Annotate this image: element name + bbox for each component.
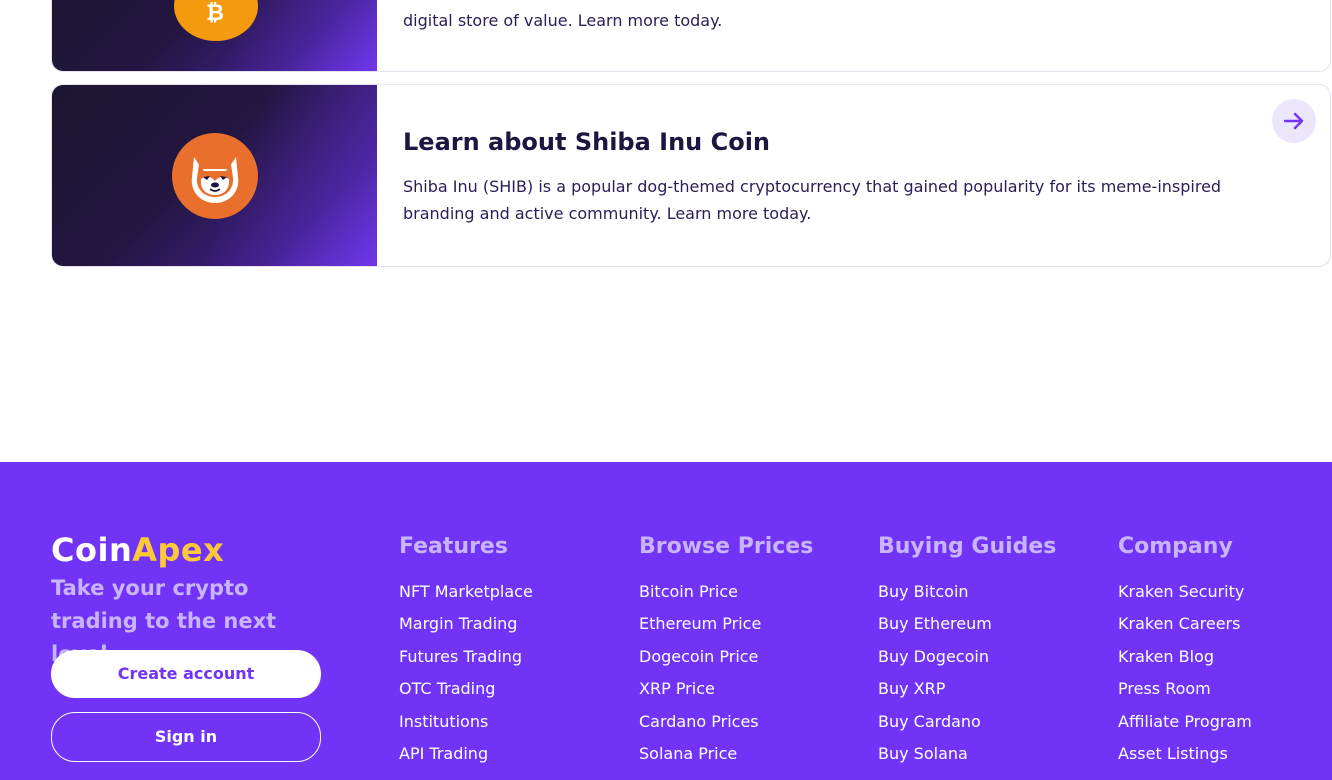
footer-link[interactable]: Buy Cardano: [878, 712, 1056, 744]
column-heading: Buying Guides: [878, 534, 1057, 559]
footer-link[interactable]: OTC Trading: [399, 679, 533, 711]
footer: CoinApex Take your crypto trading to the…: [0, 462, 1332, 780]
bitcoin-card-image: ₿: [52, 0, 377, 71]
column-heading: Browse Prices: [639, 534, 814, 559]
card-title: Learn about Shiba Inu Coin: [403, 128, 771, 156]
card-description: digital store of value. Learn more today…: [403, 11, 723, 30]
footer-link[interactable]: Buy Ethereum: [878, 614, 1056, 646]
footer-link[interactable]: Buy Dogecoin: [878, 647, 1056, 679]
footer-link[interactable]: Margin Trading: [399, 614, 533, 646]
footer-column-features: Features NFT Marketplace Margin Trading …: [399, 532, 533, 776]
footer-link[interactable]: Futures Trading: [399, 647, 533, 679]
footer-link[interactable]: Buy XRP: [878, 679, 1056, 711]
shiba-inu-logo-icon: [172, 133, 258, 219]
column-heading: Features: [399, 534, 508, 559]
footer-link[interactable]: Ethereum Price: [639, 614, 813, 646]
create-account-button[interactable]: Create account: [51, 650, 321, 698]
footer-link[interactable]: Affiliate Program: [1118, 712, 1252, 744]
footer-link[interactable]: Dogecoin Price: [639, 647, 813, 679]
sign-in-button[interactable]: Sign in: [51, 712, 321, 762]
footer-link[interactable]: Kraken Blog: [1118, 647, 1252, 679]
bitcoin-logo-icon: ₿: [174, 0, 258, 41]
footer-column-buying-guides: Buying Guides Buy Bitcoin Buy Ethereum B…: [878, 532, 1056, 776]
footer-link[interactable]: Bitcoin Price: [639, 582, 813, 614]
arrow-right-icon: [1283, 112, 1304, 130]
brand-name-accent: Apex: [132, 531, 225, 569]
footer-link[interactable]: Solana Price: [639, 744, 813, 776]
footer-link[interactable]: Buy Solana: [878, 744, 1056, 776]
shiba-inu-card-image: [52, 85, 377, 266]
footer-link[interactable]: Asset Listings: [1118, 744, 1252, 776]
footer-column-company: Company Kraken Security Kraken Careers K…: [1118, 532, 1252, 776]
footer-link[interactable]: Press Room: [1118, 679, 1252, 711]
footer-column-browse-prices: Browse Prices Bitcoin Price Ethereum Pri…: [639, 532, 813, 776]
footer-link[interactable]: Buy Bitcoin: [878, 582, 1056, 614]
card-description: Shiba Inu (SHIB) is a popular dog-themed…: [403, 177, 1222, 223]
bitcoin-card-text: digital store of value. Learn more today…: [403, 7, 1240, 34]
shiba-inu-card[interactable]: Learn about Shiba Inu Coin Shiba Inu (SH…: [51, 84, 1331, 267]
footer-link[interactable]: API Trading: [399, 744, 533, 776]
footer-link[interactable]: Kraken Careers: [1118, 614, 1252, 646]
footer-link[interactable]: Institutions: [399, 712, 533, 744]
column-heading: Company: [1118, 534, 1233, 559]
footer-link[interactable]: XRP Price: [639, 679, 813, 711]
brand-name-main: Coin: [51, 531, 133, 569]
footer-link[interactable]: Cardano Prices: [639, 712, 813, 744]
footer-link[interactable]: NFT Marketplace: [399, 582, 533, 614]
bitcoin-card[interactable]: ₿ digital store of value. Learn more tod…: [51, 0, 1331, 72]
footer-link[interactable]: Kraken Security: [1118, 582, 1252, 614]
brand-logo[interactable]: CoinApex: [51, 530, 224, 570]
arrow-right-button[interactable]: [1272, 99, 1316, 143]
shiba-inu-card-text: Learn about Shiba Inu Coin Shiba Inu (SH…: [403, 125, 1240, 227]
